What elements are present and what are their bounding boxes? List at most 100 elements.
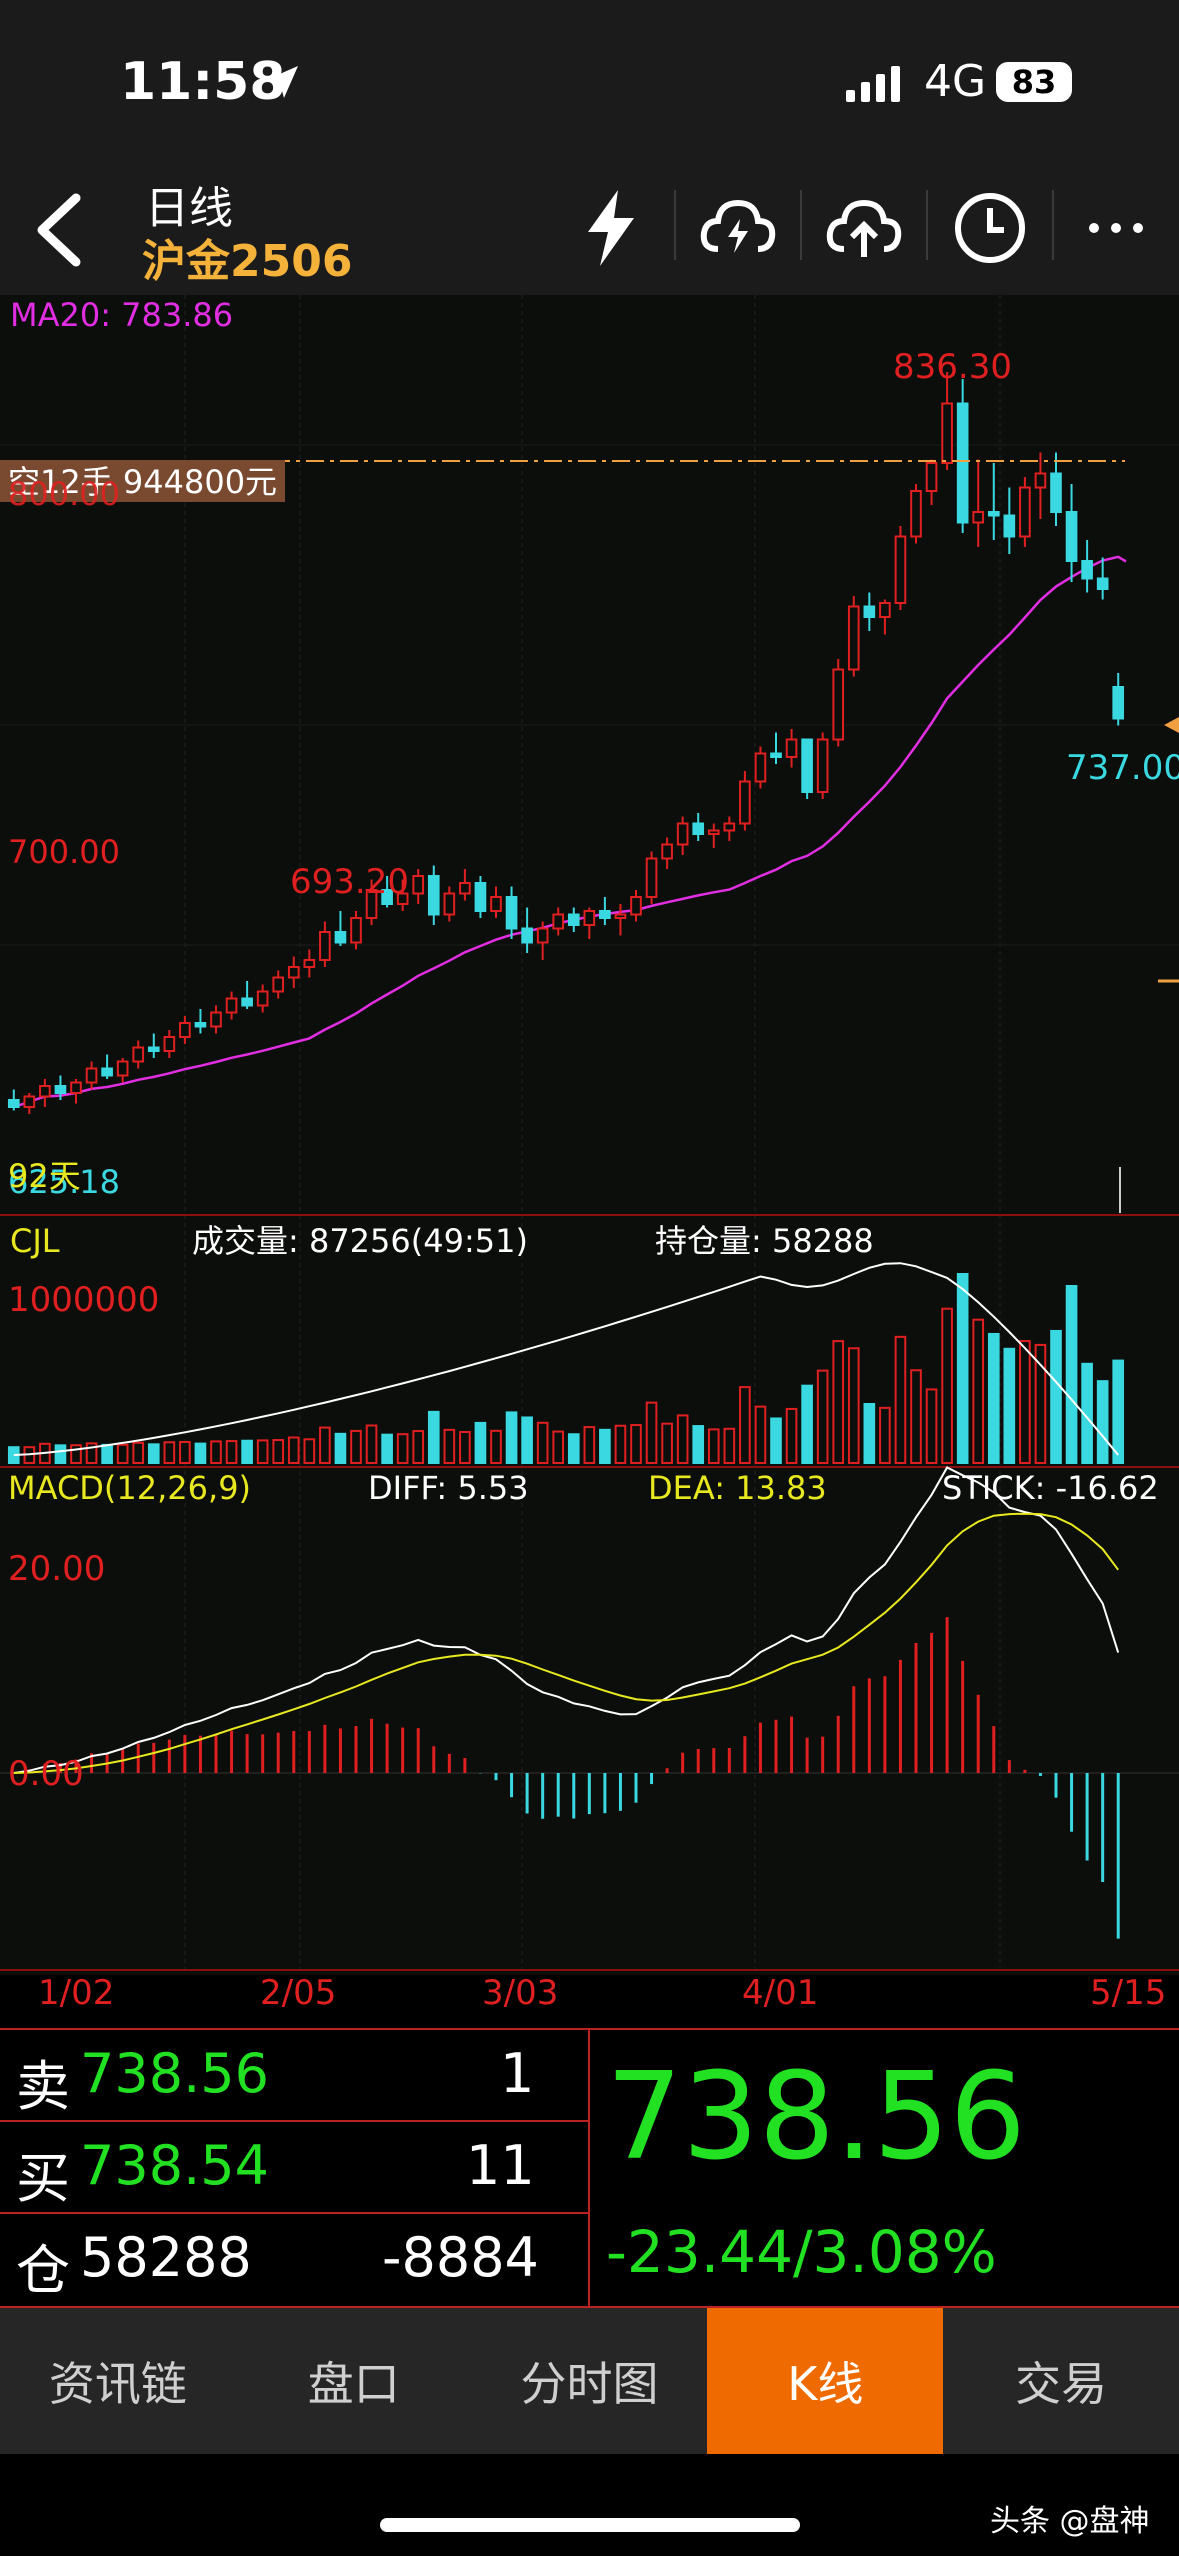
candle-body [676, 822, 689, 846]
candle-body [707, 829, 720, 835]
quote-panel: 卖 738.56 1 买 738.54 11 仓 58288 -8884 738… [0, 2028, 1179, 2308]
volume-bar [676, 1414, 689, 1465]
candle-body [443, 892, 456, 916]
cloud-sync-icon[interactable] [688, 178, 788, 278]
volume-bar [910, 1369, 922, 1465]
volume-bar [816, 1369, 829, 1464]
candle-body [1096, 577, 1109, 590]
candle-body [941, 402, 953, 464]
tab-intraday[interactable]: 分时图 [472, 2308, 708, 2454]
cloud-upload-icon[interactable] [814, 178, 914, 278]
volume-bar [365, 1424, 378, 1465]
volume-bar [474, 1421, 487, 1465]
volume-bar [956, 1273, 969, 1464]
volume-bar [459, 1430, 471, 1464]
tab-trade[interactable]: 交易 [943, 2308, 1179, 2454]
candle-body [241, 997, 253, 1007]
volume-bar [1050, 1329, 1062, 1464]
clock-icon[interactable] [940, 178, 1040, 278]
candle-body [101, 1067, 113, 1077]
volume-bar [521, 1416, 533, 1464]
more-icon[interactable] [1066, 178, 1166, 278]
volume-bar [552, 1430, 565, 1464]
x-axis-label: 3/03 [482, 1973, 559, 2013]
volume-bar [987, 1332, 1000, 1464]
candle-body [879, 602, 891, 618]
buy-label: 买 [16, 2147, 70, 2210]
macd-dea-line [13, 1512, 1120, 1774]
candle-body [23, 1095, 36, 1108]
volume-panel-title: CJL [10, 1222, 60, 1260]
header-separator [800, 190, 802, 260]
candle-body [1112, 686, 1125, 720]
candle-body [972, 511, 985, 524]
candle-body [272, 976, 285, 993]
volume-bar [443, 1428, 456, 1464]
volume-bar [147, 1443, 160, 1465]
tab-news[interactable]: 资讯链 [0, 2308, 236, 2454]
volume-bar [163, 1441, 176, 1465]
volume-bar [785, 1407, 798, 1464]
volume-bar [70, 1444, 82, 1464]
candle-body [770, 752, 782, 758]
price-axis-label: 800.00 [8, 475, 120, 513]
days-label: 92天 [8, 1157, 81, 1195]
kline-chart[interactable]: MA20: 783.86 空12手 944800元 800.00 700.00 … [0, 295, 1179, 2013]
buy-price[interactable]: 738.54 [80, 2134, 269, 2197]
home-indicator[interactable] [380, 2518, 800, 2532]
x-axis-label: 5/15 [1090, 1973, 1167, 2013]
last-label: 737.00 [1066, 748, 1179, 788]
candle-body [1050, 472, 1062, 513]
back-icon[interactable] [28, 190, 88, 274]
candle-body [614, 913, 627, 919]
candle-body [754, 752, 767, 783]
candle-body [194, 1022, 207, 1028]
candle-body [987, 511, 1000, 517]
volume-bar [599, 1428, 611, 1465]
candle-body [210, 1011, 222, 1028]
volume-bar [101, 1443, 113, 1465]
volume-bar [350, 1429, 362, 1465]
open-interest-readout: 持仓量: 58288 [655, 1222, 874, 1260]
header-separator [926, 190, 928, 260]
volume-bar [723, 1427, 736, 1465]
volume-bar [412, 1430, 425, 1464]
tab-order-book[interactable]: 盘口 [236, 2308, 472, 2454]
sell-price[interactable]: 738.56 [80, 2042, 269, 2105]
lightning-icon[interactable] [560, 178, 660, 278]
candle-body [303, 959, 316, 968]
last-price-marker [1164, 717, 1179, 733]
candle-body [7, 1099, 20, 1108]
volume-bar [381, 1433, 393, 1465]
candle-body [287, 966, 300, 979]
candle-body [723, 822, 736, 832]
location-arrow-icon [262, 62, 302, 106]
volume-bar [1065, 1284, 1078, 1464]
macd-stick: STICK: -16.62 [942, 1469, 1159, 1507]
last-price: 738.56 [606, 2048, 1026, 2187]
volume-bar [567, 1433, 580, 1465]
candle-body [39, 1085, 51, 1098]
volume-bar [396, 1433, 409, 1465]
volume-bar [116, 1443, 129, 1465]
candle-body [645, 857, 658, 898]
volume-bar [1019, 1340, 1031, 1465]
candle-body [54, 1085, 67, 1094]
candle-body [630, 896, 642, 916]
tab-kline[interactable]: K线 [707, 2308, 944, 2454]
volume-bar [225, 1440, 238, 1464]
status-time: 11:58 [120, 52, 286, 112]
volume-bar [241, 1439, 253, 1464]
volume-bar [287, 1436, 300, 1465]
volume-bar [614, 1424, 627, 1465]
candle-body [1081, 560, 1093, 580]
divider [0, 2212, 588, 2214]
candle-body [1003, 514, 1016, 538]
bottom-tabs: 资讯链 盘口 分时图 K线 交易 [0, 2308, 1179, 2454]
candle-body [521, 927, 533, 944]
volume-bar [536, 1421, 549, 1464]
volume-bar [210, 1440, 222, 1464]
candle-body [1034, 472, 1047, 489]
candle-body [334, 931, 347, 944]
volume-bar [707, 1428, 720, 1464]
